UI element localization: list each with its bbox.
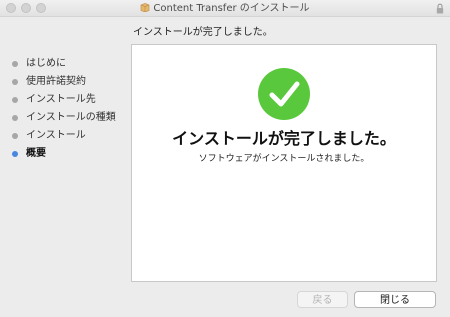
step-title: インストールが完了しました。	[133, 27, 273, 38]
checkmark-circle-icon	[258, 68, 310, 120]
step-label: はじめに	[26, 58, 66, 69]
step-label: 概要	[26, 148, 46, 159]
step-bullet-icon	[12, 79, 18, 85]
step-bullet-active-icon	[12, 151, 18, 157]
step-bullet-icon	[12, 133, 18, 139]
title-bar[interactable]: Content Transfer のインストール	[0, 0, 450, 17]
window-title-group: Content Transfer のインストール	[0, 2, 450, 15]
completion-message: ソフトウェアがインストールされました。	[198, 154, 370, 164]
lock-icon[interactable]	[436, 3, 444, 14]
completion-heading: インストールが完了しました。	[172, 129, 396, 148]
step-item-license: 使用許諾契約	[0, 73, 128, 91]
step-item-summary: 概要	[0, 145, 128, 163]
step-item-introduction: はじめに	[0, 55, 128, 73]
step-bullet-icon	[12, 61, 18, 67]
step-label: インストールの種類	[26, 112, 116, 123]
step-label: 使用許諾契約	[26, 76, 86, 87]
content-panel: インストールが完了しました。 ソフトウェアがインストールされました。	[131, 44, 437, 282]
step-label: インストール	[26, 130, 86, 141]
back-button[interactable]: 戻る	[297, 291, 348, 308]
step-label: インストール先	[26, 94, 96, 105]
step-item-installation-type: インストールの種類	[0, 109, 128, 127]
window-title: Content Transfer のインストール	[153, 3, 310, 14]
step-item-destination: インストール先	[0, 91, 128, 109]
package-icon	[141, 3, 150, 12]
step-item-installation: インストール	[0, 127, 128, 145]
installer-window: Content Transfer のインストール インストールが完了しました。 …	[0, 0, 450, 317]
close-button[interactable]: 閉じる	[354, 291, 436, 308]
installer-steps-sidebar: はじめに 使用許諾契約 インストール先 インストールの種類 インストール 概要	[0, 55, 128, 163]
step-bullet-icon	[12, 97, 18, 103]
step-bullet-icon	[12, 115, 18, 121]
